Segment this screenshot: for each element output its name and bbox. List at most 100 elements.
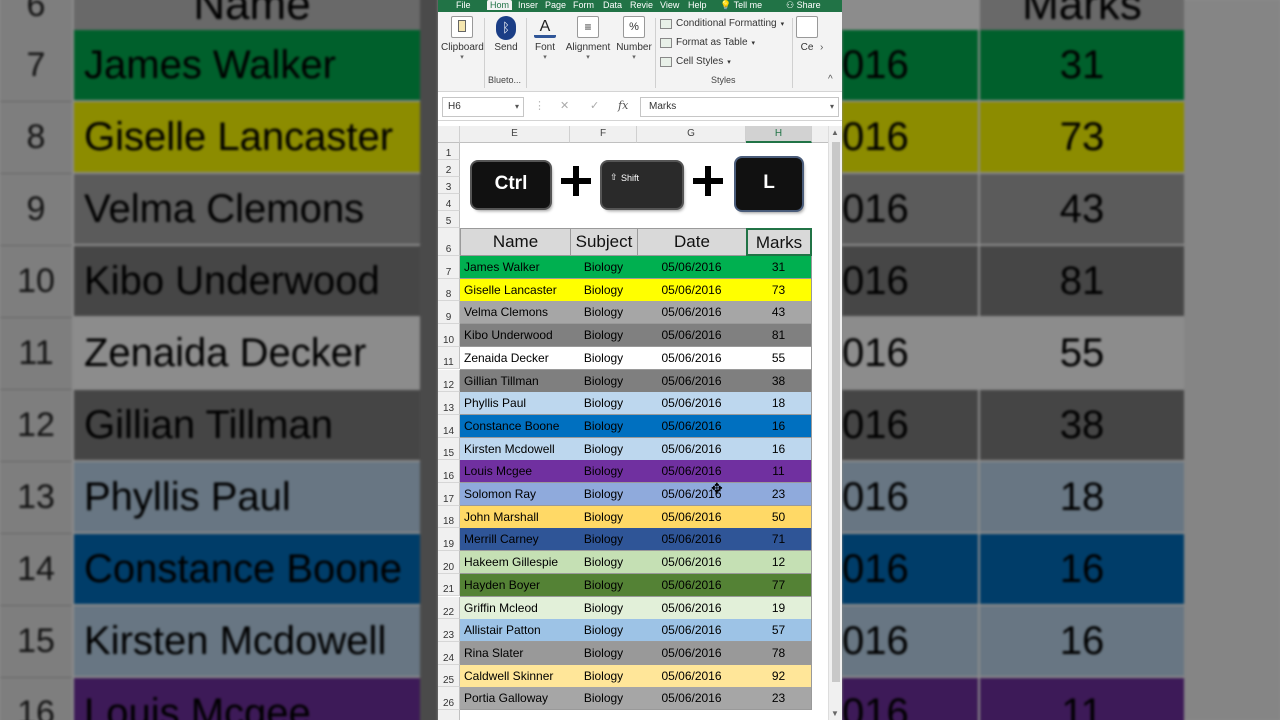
cell-date[interactable]: 05/06/2016 bbox=[637, 687, 747, 711]
clipboard-button[interactable]: Clipboard ▾ bbox=[441, 16, 484, 61]
cell-marks[interactable]: 71 bbox=[746, 528, 812, 552]
tab-help[interactable]: Help bbox=[688, 0, 707, 10]
cell-name[interactable]: Hakeem Gillespie bbox=[460, 551, 571, 575]
ribbon-scroll-right-icon[interactable]: › bbox=[820, 42, 823, 53]
cell-marks[interactable]: 50 bbox=[746, 505, 812, 529]
tab-home[interactable]: Hom bbox=[487, 0, 513, 10]
font-button[interactable]: A Font ▾ bbox=[530, 16, 560, 61]
share-button[interactable]: ⚇ Share bbox=[786, 0, 821, 10]
row-header[interactable]: 25 bbox=[438, 664, 460, 688]
cell-date[interactable]: 05/06/2016 bbox=[637, 369, 747, 393]
row-header[interactable]: 23 bbox=[438, 619, 460, 642]
cell-name[interactable]: James Walker bbox=[460, 256, 571, 279]
collapse-ribbon-icon[interactable]: ^ bbox=[828, 74, 833, 85]
cell-subject[interactable]: Biology bbox=[570, 301, 638, 325]
row-header[interactable]: 3 bbox=[438, 177, 460, 194]
cell-subject[interactable]: Biology bbox=[570, 619, 638, 643]
row-header[interactable]: 2 bbox=[438, 160, 460, 177]
cell-date[interactable]: 05/06/2016 bbox=[637, 460, 747, 484]
cell-name[interactable]: Portia Galloway bbox=[460, 687, 571, 711]
cell-marks[interactable]: 57 bbox=[746, 619, 812, 643]
row-header[interactable]: 17 bbox=[438, 483, 460, 506]
tell-me-box[interactable]: 💡 Tell me bbox=[720, 0, 762, 10]
cell-date[interactable]: 05/06/2016 bbox=[637, 664, 747, 688]
cell-date[interactable]: 05/06/2016 bbox=[637, 641, 747, 665]
cell-date[interactable]: 05/06/2016 bbox=[637, 528, 747, 552]
cell-name[interactable]: Solomon Ray bbox=[460, 483, 571, 506]
row-header[interactable]: 19 bbox=[438, 528, 460, 552]
name-box[interactable]: H6 ▾ bbox=[442, 97, 524, 117]
tab-page-layout[interactable]: Page bbox=[545, 0, 566, 10]
cell-date[interactable]: 05/06/2016 bbox=[637, 278, 747, 302]
row-header[interactable]: 18 bbox=[438, 505, 460, 529]
tab-review[interactable]: Revie bbox=[630, 0, 653, 10]
row-header[interactable]: 4 bbox=[438, 194, 460, 211]
cell-subject[interactable]: Biology bbox=[570, 460, 638, 484]
cell-name[interactable]: Giselle Lancaster bbox=[460, 278, 571, 302]
row-header[interactable]: 12 bbox=[438, 369, 460, 393]
row-header[interactable]: 27 bbox=[438, 710, 460, 720]
cell-subject[interactable]: Biology bbox=[570, 551, 638, 575]
tab-formulas[interactable]: Form bbox=[573, 0, 594, 10]
cells-button[interactable]: Ce bbox=[796, 16, 818, 53]
cell-date[interactable]: 05/06/2016 bbox=[637, 301, 747, 325]
row-header[interactable]: 21 bbox=[438, 573, 460, 597]
row-header[interactable]: 22 bbox=[438, 596, 460, 620]
row-header[interactable]: 14 bbox=[438, 414, 460, 438]
cell-name[interactable]: Constance Boone bbox=[460, 414, 571, 438]
cell-marks[interactable]: 16 bbox=[746, 414, 812, 438]
cell-name[interactable]: Griffin Mcleod bbox=[460, 596, 571, 620]
cell-marks[interactable]: 18 bbox=[746, 392, 812, 416]
cell-subject[interactable]: Biology bbox=[570, 369, 638, 393]
header-marks-selected[interactable]: Marks bbox=[746, 228, 812, 256]
cell-subject[interactable]: Biology bbox=[570, 392, 638, 416]
cell-marks[interactable]: 23 bbox=[746, 483, 812, 506]
row-header[interactable]: 9 bbox=[438, 301, 460, 325]
cell-name[interactable]: Kirsten Mcdowell bbox=[460, 437, 571, 461]
cell-date[interactable]: 05/06/2016 bbox=[637, 619, 747, 643]
cell-name[interactable]: Louis Mcgee bbox=[460, 460, 571, 484]
row-header[interactable]: 6 bbox=[438, 228, 460, 256]
cell-name[interactable]: Merrill Carney bbox=[460, 528, 571, 552]
column-header-f[interactable]: F bbox=[570, 126, 637, 143]
cell-date[interactable]: 05/06/2016 bbox=[637, 437, 747, 461]
cell-subject[interactable]: Biology bbox=[570, 641, 638, 665]
cell-subject[interactable]: Biology bbox=[570, 414, 638, 438]
cell-subject[interactable]: Biology bbox=[570, 483, 638, 506]
row-header[interactable]: 15 bbox=[438, 437, 460, 461]
cell-date[interactable]: 05/06/2016 bbox=[637, 505, 747, 529]
header-subject[interactable]: Subject bbox=[570, 228, 638, 256]
row-header[interactable]: 26 bbox=[438, 687, 460, 710]
cell-name[interactable]: Phyllis Paul bbox=[460, 392, 571, 416]
send-bluetooth-button[interactable]: ᛒ Send bbox=[490, 16, 522, 53]
row-header[interactable]: 1 bbox=[438, 143, 460, 160]
cell-marks[interactable]: 92 bbox=[746, 664, 812, 688]
enter-icon[interactable]: ✓ bbox=[590, 99, 599, 112]
cell-subject[interactable]: Biology bbox=[570, 256, 638, 279]
cell-name[interactable]: Caldwell Skinner bbox=[460, 664, 571, 688]
cell-date[interactable]: 05/06/2016 bbox=[637, 483, 747, 506]
cell-marks[interactable]: 55 bbox=[746, 346, 812, 370]
cell-subject[interactable]: Biology bbox=[570, 664, 638, 688]
cell-name[interactable]: Zenaida Decker bbox=[460, 346, 571, 370]
number-button[interactable]: % Number ▾ bbox=[616, 16, 652, 61]
row-header[interactable]: 7 bbox=[438, 256, 460, 279]
cell-marks[interactable]: 12 bbox=[746, 551, 812, 575]
tab-view[interactable]: View bbox=[660, 0, 679, 10]
scroll-down-icon[interactable]: ▼ bbox=[831, 709, 839, 718]
cell-subject[interactable]: Biology bbox=[570, 324, 638, 348]
cell-marks[interactable]: 11 bbox=[746, 460, 812, 484]
cell-date[interactable]: 05/06/2016 bbox=[637, 573, 747, 597]
cell-date[interactable]: 05/06/2016 bbox=[637, 551, 747, 575]
cell-subject[interactable]: Biology bbox=[570, 687, 638, 711]
cell-marks[interactable]: 81 bbox=[746, 324, 812, 348]
cell-marks[interactable]: 23 bbox=[746, 687, 812, 711]
scrollbar-thumb[interactable] bbox=[832, 142, 840, 682]
cell-name[interactable]: Rina Slater bbox=[460, 641, 571, 665]
vertical-scrollbar[interactable]: ▲ ▼ bbox=[828, 126, 842, 720]
tab-data[interactable]: Data bbox=[603, 0, 622, 10]
select-all-corner[interactable] bbox=[438, 126, 460, 143]
cell-name[interactable]: Gillian Tillman bbox=[460, 369, 571, 393]
cell-name[interactable]: John Marshall bbox=[460, 505, 571, 529]
insert-function-icon[interactable]: fx bbox=[618, 99, 628, 112]
